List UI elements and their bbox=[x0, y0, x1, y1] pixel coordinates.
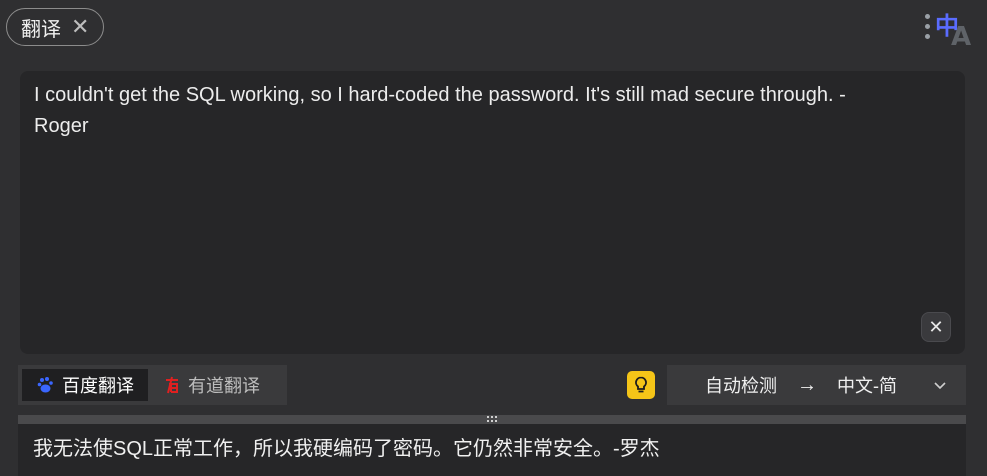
tag-label: 翻译 bbox=[21, 18, 61, 41]
chevron-down-icon[interactable] bbox=[934, 377, 946, 393]
source-language[interactable]: 自动检测 bbox=[705, 372, 777, 398]
translate-tag[interactable]: 翻译 ✕ bbox=[6, 8, 105, 46]
engine-tabs: 百度翻译 有道翻译 bbox=[18, 365, 287, 405]
source-text[interactable]: I couldn't get the SQL working, so I har… bbox=[20, 71, 965, 151]
engine-tab-youdao[interactable]: 有道翻译 bbox=[148, 369, 274, 401]
result-panel: 我无法使SQL正常工作，所以我硬编码了密码。它仍然非常安全。-罗杰 bbox=[18, 424, 966, 476]
clear-button[interactable]: ✕ bbox=[921, 312, 951, 342]
arrow-right-icon: → bbox=[797, 373, 817, 396]
close-icon: ✕ bbox=[928, 316, 944, 337]
baidu-paw-icon bbox=[36, 375, 56, 395]
grip-dots-icon bbox=[485, 416, 499, 423]
more-dots-icon[interactable] bbox=[925, 14, 931, 44]
resize-handle[interactable] bbox=[18, 415, 966, 424]
engine-label-baidu: 百度翻译 bbox=[62, 376, 134, 396]
tag-close-icon[interactable]: ✕ bbox=[71, 16, 89, 38]
source-text-panel[interactable]: I couldn't get the SQL working, so I har… bbox=[20, 71, 965, 354]
target-language[interactable]: 中文-简 bbox=[837, 372, 897, 398]
logo-a-glyph: A bbox=[951, 22, 972, 52]
youdao-icon bbox=[162, 375, 182, 395]
app-logo[interactable]: 中 A bbox=[925, 6, 981, 52]
lightbulb-icon bbox=[635, 376, 647, 393]
tips-button[interactable] bbox=[627, 371, 655, 399]
result-text[interactable]: 我无法使SQL正常工作，所以我硬编码了密码。它仍然非常安全。-罗杰 bbox=[18, 424, 966, 469]
engine-label-youdao: 有道翻译 bbox=[188, 376, 260, 396]
language-selector[interactable]: 自动检测 → 中文-简 bbox=[667, 365, 966, 405]
engine-tab-baidu[interactable]: 百度翻译 bbox=[22, 369, 148, 401]
